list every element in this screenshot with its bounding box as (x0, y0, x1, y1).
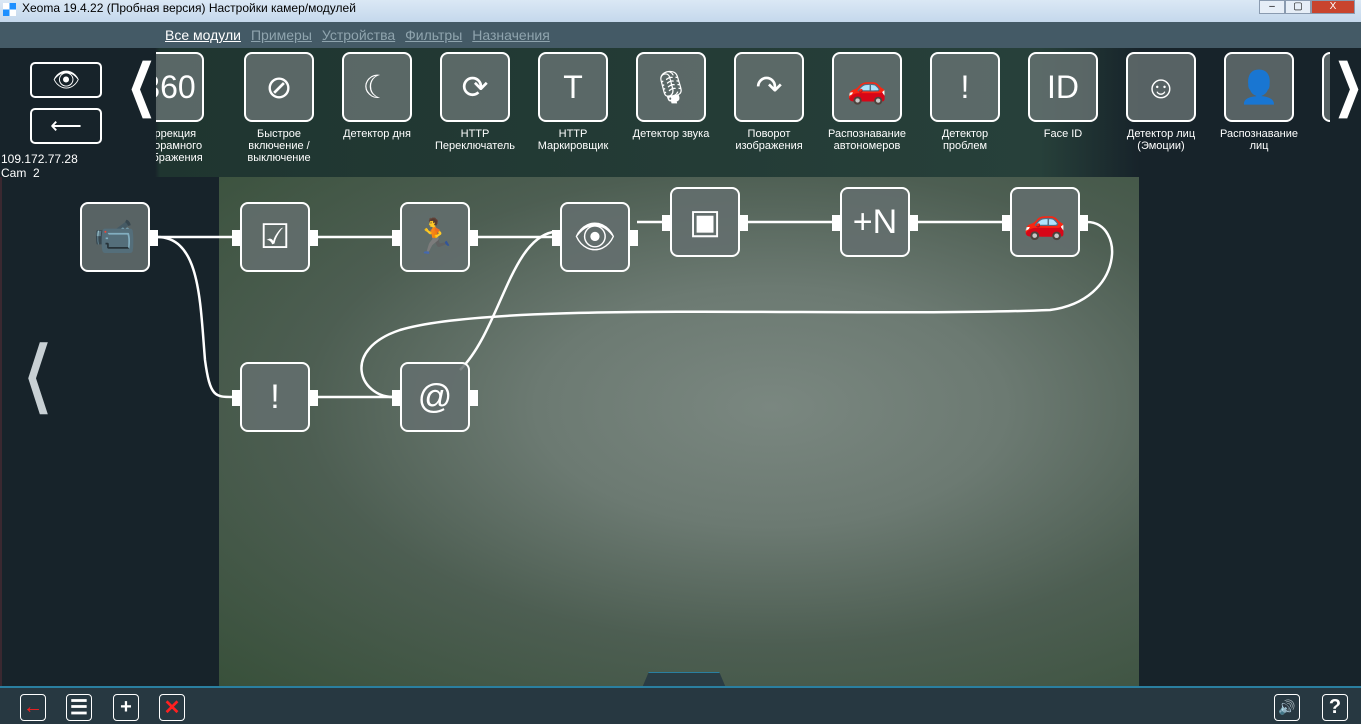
node-scheduler[interactable]: ☑ (232, 202, 318, 272)
scheduler-icon: ☑ (259, 218, 291, 256)
camera-icon: 📹 (93, 218, 137, 256)
list-button[interactable]: ☰ (66, 694, 92, 721)
sound-button[interactable]: 🔊 (1274, 694, 1300, 721)
help-button[interactable]: ? (1322, 694, 1348, 721)
motion-detector-icon: 🏃 (413, 218, 457, 256)
node-plate-recognition[interactable]: 🚗 (1002, 187, 1088, 257)
object-detector-icon: ▣ (688, 203, 722, 241)
node-preview-archive[interactable]: 👁 (552, 202, 638, 272)
preview-archive-icon: 👁 (573, 218, 617, 256)
back-button[interactable]: ← (20, 694, 46, 721)
node-problems-detector[interactable]: ! (232, 362, 318, 432)
wire-email-preview (459, 230, 554, 371)
node-motion-detector[interactable]: 🏃 (392, 202, 478, 272)
node-camera[interactable]: 📹 (80, 202, 158, 272)
email-sending-icon: @ (417, 377, 453, 416)
node-visitors-counter[interactable]: +N (832, 187, 918, 257)
node-email-sending[interactable]: @ (392, 362, 478, 432)
wire-camera-problems (156, 235, 234, 399)
connection-wires (156, 220, 1114, 399)
delete-button[interactable]: ✕ (159, 694, 185, 721)
problems-detector-icon: ! (270, 377, 280, 416)
bottom-toolbar (0, 686, 1361, 724)
add-button[interactable]: + (113, 694, 139, 721)
visitors-counter-icon: +N (852, 202, 898, 241)
plate-recognition-icon: 🚗 (1023, 203, 1067, 241)
node-object-detector[interactable]: ▣ (662, 187, 748, 257)
